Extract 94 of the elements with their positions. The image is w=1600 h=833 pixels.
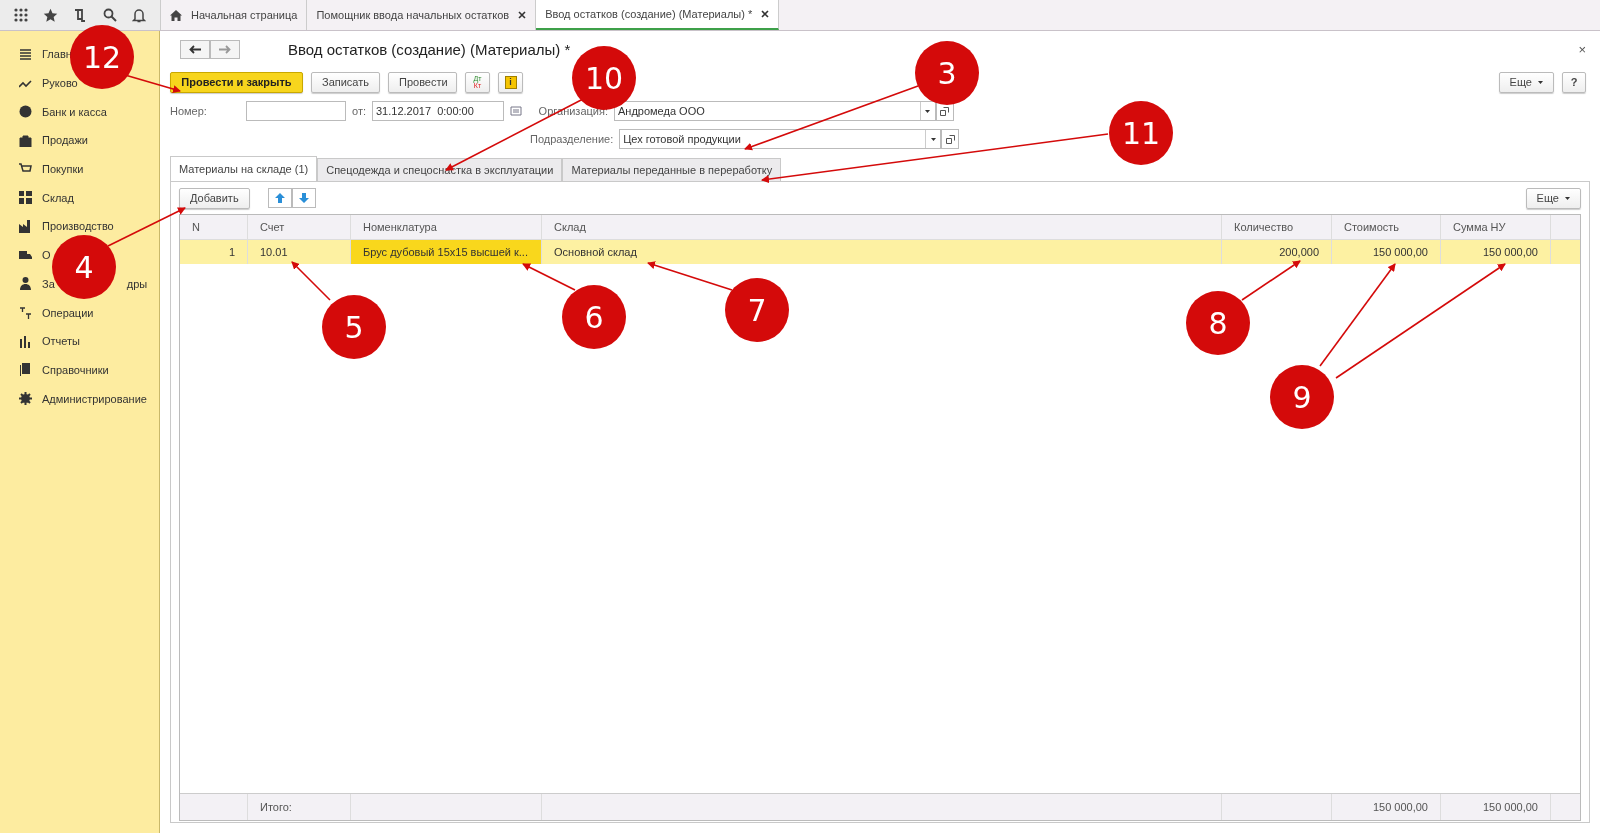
callout-number: 8 bbox=[1186, 291, 1250, 355]
number-field[interactable] bbox=[246, 101, 346, 121]
section-tab[interactable]: Материалы переданные в переработку bbox=[562, 158, 782, 181]
add-button[interactable]: Добавить bbox=[179, 187, 250, 209]
page-tab[interactable]: Ввод остатков (создание) (Материалы) * bbox=[536, 0, 780, 30]
field-label: Номер: bbox=[170, 105, 208, 117]
callout-number: 9 bbox=[1270, 365, 1334, 429]
page-tab[interactable]: Начальная страница bbox=[161, 0, 308, 30]
callout-number: 3 bbox=[915, 41, 979, 105]
open-button[interactable] bbox=[941, 129, 960, 149]
help-button[interactable]: ? bbox=[1562, 71, 1586, 93]
home-icon bbox=[170, 9, 182, 21]
open-window-icon bbox=[940, 106, 950, 116]
column-header[interactable]: Стоимость bbox=[1332, 215, 1441, 239]
grid-icon bbox=[19, 191, 32, 205]
table-cell: Основной склад bbox=[542, 240, 1222, 264]
calendar-icon[interactable] bbox=[510, 106, 522, 116]
sidebar-item[interactable]: Операции bbox=[42, 306, 94, 319]
sidebar-item[interactable]: Склад bbox=[42, 191, 74, 204]
dropdown-icon bbox=[925, 110, 931, 113]
sidebar-item[interactable]: Покупки bbox=[42, 163, 84, 176]
up-arrow-icon bbox=[274, 193, 285, 203]
callout-arrow bbox=[291, 261, 331, 301]
footer-cell: Итого: bbox=[260, 801, 292, 813]
sidebar-item[interactable]: Банк и касса bbox=[42, 105, 107, 118]
person-icon bbox=[19, 277, 32, 291]
tab-label: Начальная страница bbox=[191, 9, 298, 21]
right-arrow-icon bbox=[219, 44, 231, 54]
dropdown-icon bbox=[930, 138, 936, 141]
tab-label: Ввод остатков (создание) (Материалы) * bbox=[545, 8, 753, 20]
close-icon[interactable] bbox=[761, 10, 770, 18]
callout-arrow bbox=[1241, 260, 1301, 301]
toolbar-button[interactable]: Записать bbox=[311, 71, 380, 93]
column-header[interactable]: Сумма НУ bbox=[1441, 215, 1551, 239]
bar-chart-icon bbox=[19, 334, 32, 348]
table-cell: Брус дубовый 15х15 высшей к... bbox=[351, 240, 542, 264]
tab-label: Помощник ввода начальных остатков bbox=[316, 9, 510, 21]
callout-arrow bbox=[522, 263, 576, 291]
callout-number: 6 bbox=[562, 285, 626, 349]
table-row[interactable]: 1 10.01 Брус дубовый 15х15 высшей к... Основной склад 200,000 150 000,00 150 000,00 bbox=[180, 240, 1580, 264]
dropdown-icon bbox=[1538, 80, 1543, 84]
callout-number: 11 bbox=[1109, 101, 1173, 165]
post-and-close-button[interactable]: Провести и закрыть bbox=[170, 71, 303, 93]
footer-cell: 150 000,00 bbox=[1482, 801, 1538, 813]
apps-icon[interactable] bbox=[13, 8, 28, 22]
sidebar-item[interactable]: О bbox=[42, 249, 51, 262]
left-arrow-icon bbox=[189, 44, 201, 54]
sidebar-item[interactable]: Отчеты bbox=[42, 335, 81, 348]
section-tab[interactable]: Материалы на складе (1) bbox=[170, 156, 318, 181]
table-cell: 200,000 bbox=[1222, 240, 1332, 264]
back-button[interactable] bbox=[180, 39, 210, 59]
factory-icon bbox=[19, 219, 32, 233]
toolbar-button[interactable]: Провести bbox=[388, 71, 457, 93]
form-title: Ввод остатков (создание) (Материалы) * bbox=[288, 40, 571, 58]
down-arrow-icon bbox=[298, 193, 309, 203]
gear-icon bbox=[19, 392, 32, 406]
sidebar-item[interactable]: Справочники bbox=[42, 363, 109, 376]
date-field[interactable]: 31.12.2017 0:00:00 bbox=[372, 101, 504, 121]
column-header[interactable]: Номенклатура bbox=[351, 215, 542, 239]
dropdown-icon bbox=[1565, 196, 1570, 200]
table-cell: 150 000,00 bbox=[1441, 240, 1551, 264]
bag-icon bbox=[19, 133, 32, 147]
table-cell: 1 bbox=[180, 240, 248, 264]
sidebar-item[interactable]: Производство bbox=[42, 220, 114, 233]
star-icon[interactable] bbox=[43, 7, 59, 23]
section-tab[interactable]: Спецодежда и спецоснастка в эксплуатации bbox=[317, 158, 563, 181]
move-up-button[interactable] bbox=[267, 188, 292, 208]
open-window-icon bbox=[945, 134, 955, 144]
column-header[interactable]: Количество bbox=[1222, 215, 1332, 239]
more-button[interactable]: Еще bbox=[1498, 71, 1554, 93]
field-label: Подразделение: bbox=[530, 133, 614, 145]
more-button[interactable]: Еще bbox=[1525, 187, 1581, 209]
sidebar-item[interactable]: Продажи bbox=[42, 134, 88, 147]
close-icon[interactable] bbox=[518, 11, 527, 19]
move-down-button[interactable] bbox=[291, 188, 316, 208]
history-icon[interactable] bbox=[73, 7, 88, 23]
column-header[interactable]: N bbox=[180, 215, 248, 239]
truck-icon bbox=[19, 248, 32, 262]
callout-number: 5 bbox=[322, 295, 386, 359]
field-label: от: bbox=[352, 105, 366, 117]
bell-icon[interactable] bbox=[132, 7, 147, 23]
table-cell: 150 000,00 bbox=[1332, 240, 1441, 264]
menu-icon bbox=[19, 47, 32, 61]
info-button[interactable]: i bbox=[498, 71, 523, 93]
column-header[interactable]: Счет bbox=[248, 215, 351, 239]
sidebar-item[interactable]: дры bbox=[126, 277, 148, 290]
close-button[interactable]: × bbox=[1574, 41, 1590, 57]
sidebar-item[interactable]: Администрирование bbox=[42, 392, 147, 405]
callout-number: 7 bbox=[725, 278, 789, 342]
column-header[interactable]: Склад bbox=[542, 215, 1222, 239]
book-icon bbox=[19, 363, 32, 377]
search-icon[interactable] bbox=[102, 8, 117, 22]
footer-cell: 150 000,00 bbox=[1372, 801, 1428, 813]
department-field[interactable]: Цех готовой продукции bbox=[619, 129, 942, 149]
